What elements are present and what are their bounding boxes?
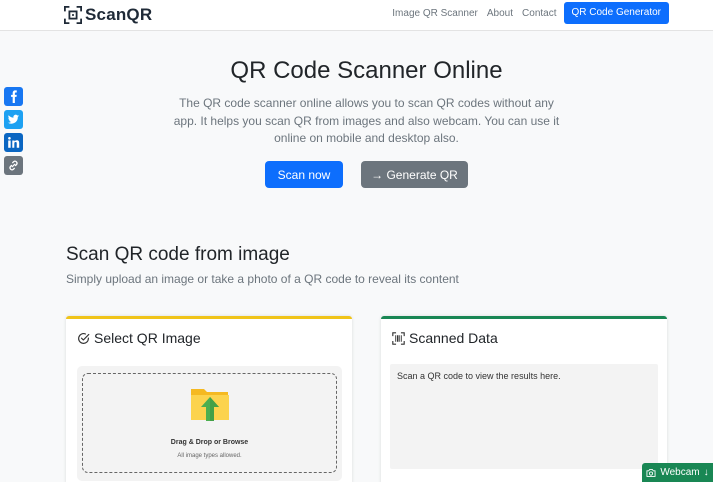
select-qr-image-card: Select QR Image Drag & Drop or Browse Al… xyxy=(66,316,352,482)
nav-link-about[interactable]: About xyxy=(487,8,513,19)
share-sidebar xyxy=(4,87,23,179)
qr-scan-logo-icon xyxy=(64,6,82,24)
webcam-button[interactable]: Webcam ↓ xyxy=(642,463,713,482)
dropzone-subtitle: All image types allowed. xyxy=(177,453,242,459)
navbar: ScanQR Image QR Scanner About Contact QR… xyxy=(0,0,713,31)
barcode-scan-icon xyxy=(392,331,405,345)
facebook-icon xyxy=(11,90,17,103)
image-dropzone[interactable]: Drag & Drop or Browse All image types al… xyxy=(82,373,337,473)
section-title: Scan QR code from image xyxy=(66,244,290,265)
share-facebook-button[interactable] xyxy=(4,87,23,106)
folder-upload-icon xyxy=(191,389,229,421)
nav-link-image-qr-scanner[interactable]: Image QR Scanner xyxy=(392,8,478,19)
brand-logo-link[interactable]: ScanQR xyxy=(64,5,152,25)
link-icon xyxy=(9,160,18,171)
section-subtitle: Simply upload an image or take a photo o… xyxy=(66,272,459,286)
share-linkedin-button[interactable] xyxy=(4,133,23,152)
generate-qr-button[interactable]: → Generate QR xyxy=(361,161,468,188)
scan-result-box[interactable]: Scan a QR code to view the results here. xyxy=(390,364,658,469)
arrow-down-icon: ↓ xyxy=(703,467,709,478)
scan-now-button[interactable]: Scan now xyxy=(265,161,343,188)
qr-code-generator-button[interactable]: QR Code Generator xyxy=(563,2,669,24)
hero-description: The QR code scanner online allows you to… xyxy=(173,96,560,145)
linkedin-icon xyxy=(8,136,20,148)
share-copy-link-button[interactable] xyxy=(4,156,23,175)
select-card-title: Select QR Image xyxy=(94,330,201,346)
scanned-data-card: Scanned Data Scan a QR code to view the … xyxy=(381,316,667,482)
check-circle-icon xyxy=(78,332,90,344)
dropzone-title: Drag & Drop or Browse xyxy=(170,439,249,446)
share-twitter-button[interactable] xyxy=(4,110,23,129)
select-card-header: Select QR Image xyxy=(77,330,201,346)
data-card-header: Scanned Data xyxy=(392,330,498,346)
scan-result-placeholder: Scan a QR code to view the results here. xyxy=(397,371,561,381)
nav-links: Image QR Scanner About Contact QR Code G… xyxy=(383,2,669,24)
brand-name: ScanQR xyxy=(85,5,153,24)
data-card-title: Scanned Data xyxy=(409,330,498,346)
twitter-icon xyxy=(7,114,20,124)
dropzone-container: Drag & Drop or Browse All image types al… xyxy=(77,366,342,481)
page-title: QR Code Scanner Online xyxy=(230,57,503,84)
nav-link-contact[interactable]: Contact xyxy=(522,8,556,19)
camera-icon xyxy=(646,468,656,477)
webcam-label: Webcam xyxy=(660,467,700,478)
